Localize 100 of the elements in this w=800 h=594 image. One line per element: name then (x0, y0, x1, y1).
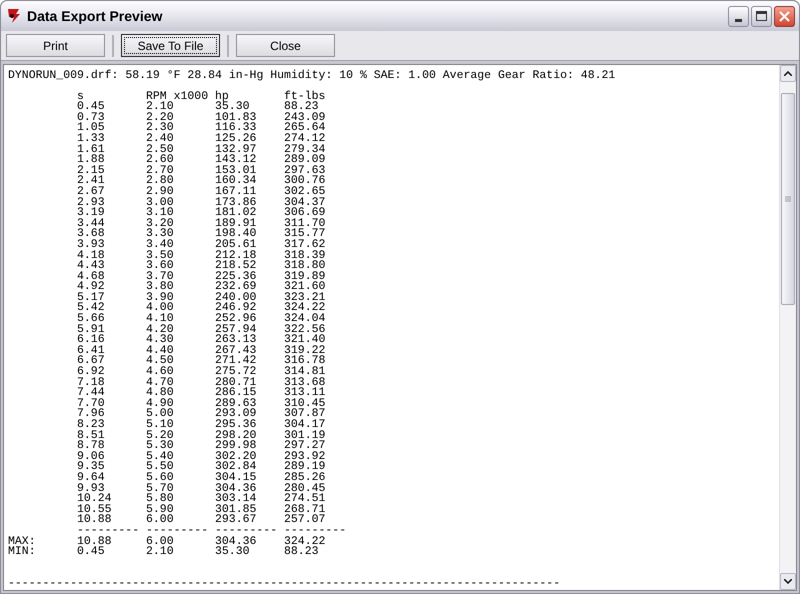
scroll-thumb[interactable] (781, 93, 795, 305)
table-cell: 1.33 (77, 132, 105, 145)
scrollbar[interactable] (779, 65, 796, 590)
table-cell: 3.50 (146, 248, 174, 262)
table-cell: 212.18 (215, 248, 256, 262)
table-cell: 289.09 (284, 153, 326, 166)
table-cell: 307.87 (284, 407, 326, 420)
table-cell: 246.92 (215, 301, 256, 314)
table-cell: 313.11 (284, 386, 326, 400)
table-cell: 10.24 (77, 492, 112, 506)
table-cell: 3.60 (146, 259, 174, 272)
table-cell: 116.33 (215, 121, 256, 134)
table-cell: 318.80 (284, 259, 326, 272)
table-cell: 286.15 (215, 386, 256, 400)
table-cell: 257.07 (284, 513, 326, 526)
table-cell: 275.72 (215, 365, 256, 378)
table-cell: 302.65 (284, 184, 326, 198)
table-cell: 4.43 (77, 259, 105, 272)
table-cell: 274.12 (284, 132, 326, 145)
app-logo-icon (5, 7, 23, 25)
table-cell: 321.60 (284, 280, 326, 294)
table-cell: 318.39 (284, 248, 326, 262)
table-cell: 304.15 (215, 470, 256, 484)
table-cell: 88.23 (284, 545, 319, 558)
table-cell: 5.66 (77, 312, 105, 326)
toolbar-button[interactable]: Print (6, 34, 105, 57)
table-cell: 167.11 (215, 184, 256, 198)
table-cell: 143.12 (215, 153, 256, 166)
table-cell: 4.00 (146, 301, 174, 314)
table-cell: 306.69 (284, 206, 326, 220)
table-cell: 252.96 (215, 312, 256, 326)
separator-line: --------- (146, 524, 208, 537)
window-title: Data Export Preview (27, 6, 162, 26)
table-cell: 271.42 (215, 354, 256, 368)
table-cell: 295.36 (215, 418, 256, 431)
table-cell: 9.64 (77, 470, 105, 484)
column-header: hp (215, 90, 229, 103)
table-cell: 125.26 (215, 132, 256, 145)
table-cell: 315.77 (284, 227, 326, 240)
table-cell: 5.42 (77, 301, 105, 314)
table-cell: 1.88 (77, 153, 105, 166)
table-cell: 7.44 (77, 386, 105, 400)
maximize-button[interactable] (751, 6, 772, 26)
table-cell: 2.80 (146, 174, 174, 188)
table-cell: 218.52 (215, 259, 256, 272)
table-cell: 3.19 (77, 206, 105, 220)
table-cell: 324.04 (284, 312, 326, 326)
table-cell: 7.96 (77, 407, 105, 420)
table-cell: 4.92 (77, 280, 105, 294)
table-cell: 4.10 (146, 312, 174, 326)
close-button[interactable] (774, 6, 795, 26)
table-cell: 285.26 (284, 470, 326, 484)
table-cell: 6.16 (77, 333, 105, 346)
table-cell: 3.40 (146, 238, 174, 251)
table-cell: 324.22 (284, 301, 326, 314)
run-info-line: DYNORUN_009.drf: 58.19 °F 28.84 in-Hg Humidity: 10 % SAE: 1.00 Average Gear Ratio: 48.21 (8, 69, 616, 82)
table-cell: 2.10 (146, 100, 174, 114)
table-cell: 0.45 (77, 545, 105, 558)
table-cell: 293.09 (215, 407, 256, 420)
close-icon (779, 10, 790, 22)
table-cell: 35.30 (215, 545, 250, 558)
table-cell: 8.78 (77, 439, 105, 452)
table-cell: 35.30 (215, 100, 250, 114)
table-cell: 181.02 (215, 206, 256, 220)
summary-label: MIN: (8, 545, 36, 558)
table-cell: 3.68 (77, 227, 105, 240)
table-cell: 5.10 (146, 418, 174, 431)
table-cell: 8.23 (77, 418, 105, 431)
table-cell: 232.69 (215, 280, 256, 294)
focused-button[interactable]: Save To File (121, 34, 220, 57)
table-cell: 293.67 (215, 513, 256, 526)
table-cell: 304.17 (284, 418, 326, 431)
table-cell: 2.90 (146, 184, 174, 198)
table-cell: 314.81 (284, 365, 326, 378)
table-cell: 265.64 (284, 121, 326, 134)
table-cell: 10.88 (77, 513, 112, 526)
scroll-up-icon[interactable] (780, 65, 796, 82)
table-cell: 3.80 (146, 280, 174, 294)
table-cell: 6.00 (146, 513, 174, 526)
rule-line: -------------------------------------------------------------------------------- (8, 576, 560, 590)
table-cell: 289.19 (284, 460, 326, 474)
minimize-button[interactable] (728, 6, 749, 26)
table-cell: 274.51 (284, 492, 326, 506)
table-cell: 5.80 (146, 492, 174, 506)
table-cell: 2.10 (146, 545, 174, 558)
table-cell: 4.18 (77, 248, 105, 262)
table-cell: 302.84 (215, 460, 256, 474)
table-cell: 2.40 (146, 132, 174, 145)
table-cell: 2.30 (146, 121, 174, 134)
table-cell: 5.00 (146, 407, 174, 420)
table-cell: 321.40 (284, 333, 326, 346)
separator-line: --------- (77, 524, 140, 537)
table-cell: 6.67 (77, 354, 105, 368)
table-cell: 2.67 (77, 184, 105, 198)
table-cell: 5.50 (146, 460, 174, 474)
table-cell: 198.40 (215, 227, 256, 240)
scroll-down-icon[interactable] (780, 573, 796, 590)
table-cell: 4.60 (146, 365, 174, 378)
table-cell: 2.60 (146, 153, 174, 166)
toolbar-button[interactable]: Close (236, 34, 335, 57)
